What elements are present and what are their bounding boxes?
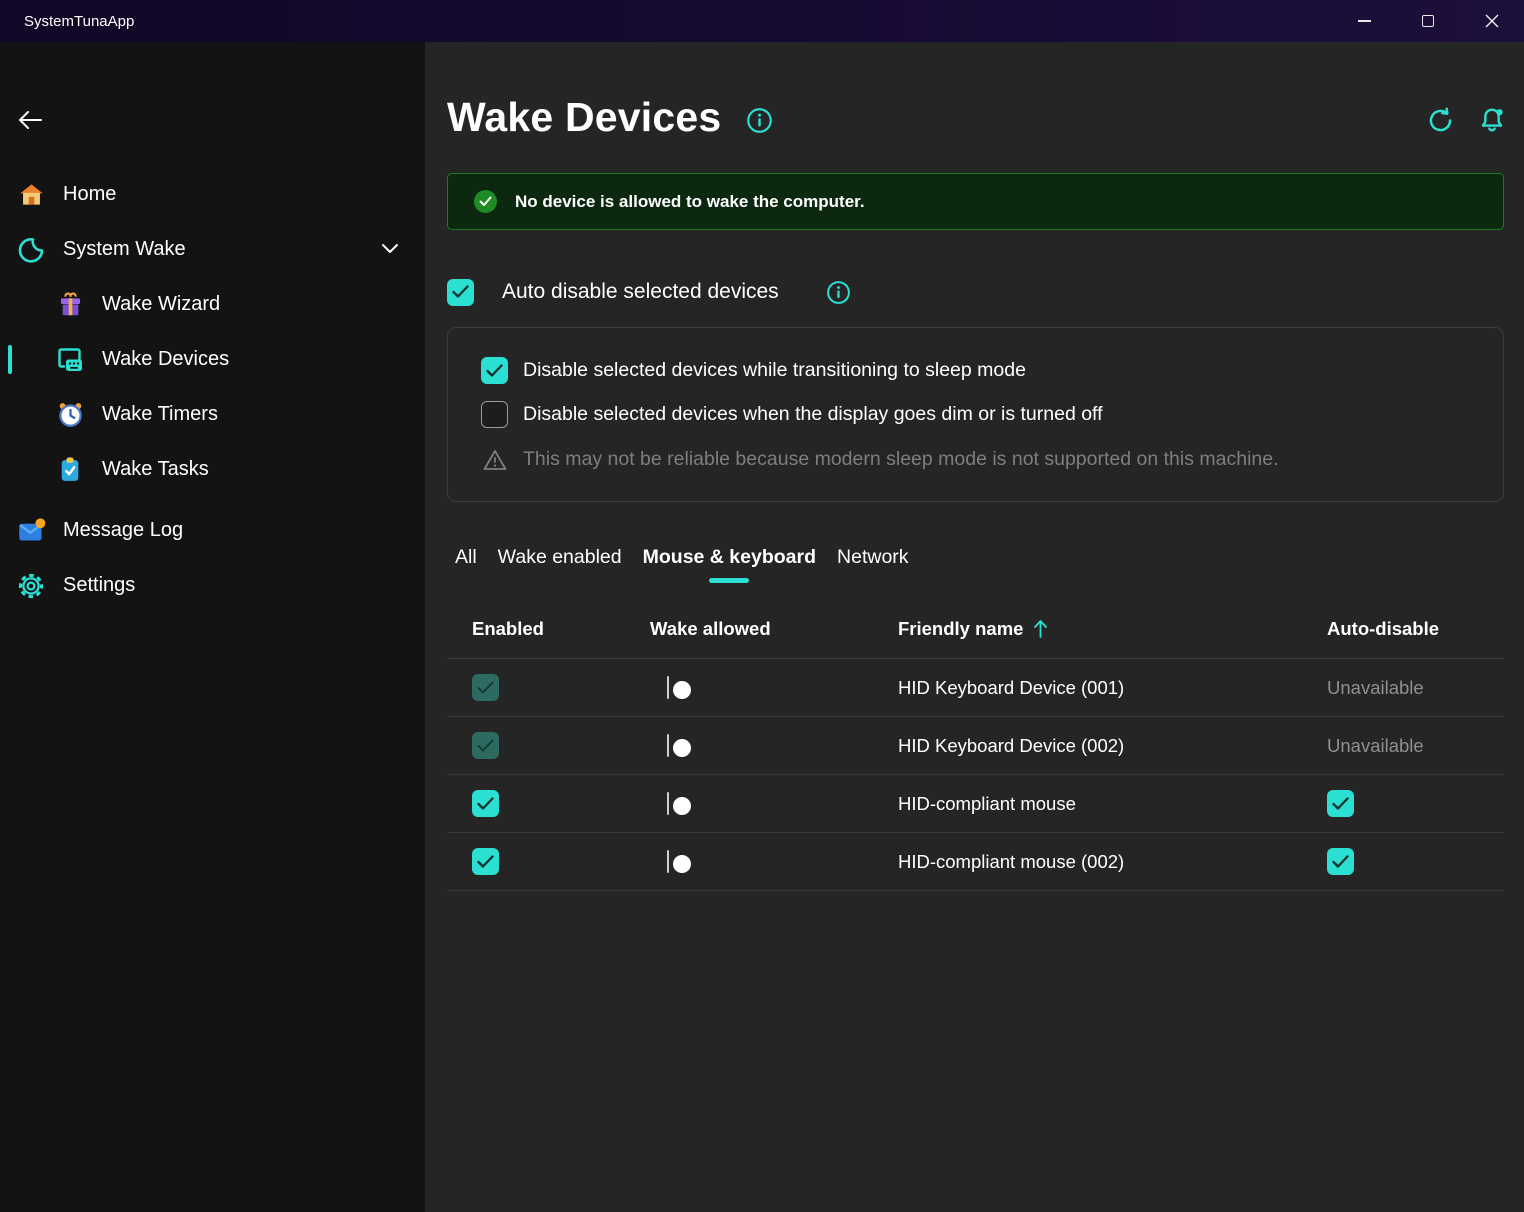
titlebar: SystemTunaApp xyxy=(0,0,1524,42)
home-icon xyxy=(16,180,46,210)
sidebar: Home System Wake xyxy=(0,42,425,1212)
device-name: HID-compliant mouse (002) xyxy=(898,851,1327,873)
status-banner: No device is allowed to wake the compute… xyxy=(447,173,1504,230)
wake-allowed-toggle[interactable] xyxy=(667,676,669,699)
table-row: HID-compliant mouse (002) xyxy=(447,833,1504,891)
column-header-wake-allowed[interactable]: Wake allowed xyxy=(650,618,898,640)
warning-text: This may not be reliable because modern … xyxy=(523,448,1279,471)
minimize-button[interactable] xyxy=(1332,0,1396,42)
auto-disable-status: Unavailable xyxy=(1327,677,1504,699)
maximize-icon xyxy=(1422,15,1434,27)
device-filter-tabs: All Wake enabled Mouse & keyboard Networ… xyxy=(447,546,1504,583)
main-content: Wake Devices No device is allowed to wak… xyxy=(425,42,1524,1212)
enabled-checkbox[interactable] xyxy=(472,790,499,817)
sidebar-item-label: Wake Timers xyxy=(102,403,218,426)
back-button[interactable] xyxy=(16,104,48,136)
table-row: HID Keyboard Device (002) Unavailable xyxy=(447,717,1504,775)
enabled-checkbox[interactable] xyxy=(472,732,499,759)
minimize-icon xyxy=(1358,20,1371,22)
device-name: HID Keyboard Device (001) xyxy=(898,677,1327,699)
auto-disable-checkbox[interactable] xyxy=(447,279,474,306)
sidebar-item-wake-devices[interactable]: Wake Devices xyxy=(0,341,425,378)
sidebar-item-home[interactable]: Home xyxy=(0,176,425,213)
sort-ascending-icon xyxy=(1031,618,1050,639)
page-info-button[interactable] xyxy=(745,107,773,135)
page-title: Wake Devices xyxy=(447,94,721,141)
display-dim-checkbox[interactable] xyxy=(481,401,508,428)
auto-disable-options-panel: Disable selected devices while transitio… xyxy=(447,327,1504,502)
column-header-auto-disable[interactable]: Auto-disable xyxy=(1327,618,1504,640)
sidebar-item-wake-timers[interactable]: Wake Timers xyxy=(0,396,425,433)
close-button[interactable] xyxy=(1460,0,1524,42)
back-arrow-icon xyxy=(16,108,44,132)
column-header-enabled[interactable]: Enabled xyxy=(472,618,650,640)
sidebar-item-message-log[interactable]: Message Log xyxy=(0,512,425,549)
sidebar-item-label: Wake Wizard xyxy=(102,293,220,316)
sleep-transition-checkbox[interactable] xyxy=(481,357,508,384)
device-name: HID-compliant mouse xyxy=(898,793,1327,815)
sidebar-item-wake-tasks[interactable]: Wake Tasks xyxy=(0,451,425,488)
close-icon xyxy=(1485,14,1499,28)
sidebar-item-label: Wake Tasks xyxy=(102,458,209,481)
app-title: SystemTunaApp xyxy=(0,13,134,30)
sidebar-item-system-wake[interactable]: System Wake xyxy=(0,231,425,268)
bell-icon xyxy=(1478,106,1506,134)
moon-icon xyxy=(16,235,46,265)
success-check-icon xyxy=(474,190,497,213)
info-icon xyxy=(746,107,773,134)
alarm-clock-icon xyxy=(55,400,85,430)
devices-table: Enabled Wake allowed Friendly name Auto-… xyxy=(447,599,1504,891)
auto-disable-checkbox[interactable] xyxy=(1327,790,1354,817)
table-header: Enabled Wake allowed Friendly name Auto-… xyxy=(447,599,1504,659)
sidebar-item-label: System Wake xyxy=(63,238,186,261)
status-banner-text: No device is allowed to wake the compute… xyxy=(515,192,865,212)
warning-icon xyxy=(481,449,508,471)
refresh-button[interactable] xyxy=(1426,106,1454,134)
sidebar-item-label: Home xyxy=(63,183,116,206)
tab-network[interactable]: Network xyxy=(837,546,909,583)
table-row: HID Keyboard Device (001) Unavailable xyxy=(447,659,1504,717)
maximize-button[interactable] xyxy=(1396,0,1460,42)
tab-mouse-keyboard[interactable]: Mouse & keyboard xyxy=(643,546,816,583)
tab-wake-enabled[interactable]: Wake enabled xyxy=(498,546,622,583)
sidebar-item-label: Message Log xyxy=(63,519,183,542)
auto-disable-checkbox[interactable] xyxy=(1327,848,1354,875)
notifications-button[interactable] xyxy=(1478,106,1506,134)
column-header-friendly-name[interactable]: Friendly name xyxy=(898,618,1327,640)
enabled-checkbox[interactable] xyxy=(472,848,499,875)
wake-allowed-toggle[interactable] xyxy=(667,850,669,873)
sidebar-item-label: Settings xyxy=(63,574,135,597)
refresh-icon xyxy=(1427,107,1454,134)
table-row: HID-compliant mouse xyxy=(447,775,1504,833)
devices-icon xyxy=(55,345,85,375)
sleep-transition-label: Disable selected devices while transitio… xyxy=(523,359,1026,382)
selected-indicator xyxy=(8,345,12,374)
display-dim-label: Disable selected devices when the displa… xyxy=(523,403,1103,426)
auto-disable-status: Unavailable xyxy=(1327,735,1504,757)
auto-disable-info-button[interactable] xyxy=(825,278,853,306)
sidebar-item-wake-wizard[interactable]: Wake Wizard xyxy=(0,286,425,323)
info-icon xyxy=(826,280,851,305)
tab-all[interactable]: All xyxy=(455,546,477,583)
tasks-clipboard-icon xyxy=(55,455,85,485)
enabled-checkbox[interactable] xyxy=(472,674,499,701)
auto-disable-label: Auto disable selected devices xyxy=(502,280,779,304)
gift-icon xyxy=(55,290,85,320)
mail-bell-icon xyxy=(16,516,46,546)
wake-allowed-toggle[interactable] xyxy=(667,734,669,757)
sidebar-item-label: Wake Devices xyxy=(102,348,229,371)
device-name: HID Keyboard Device (002) xyxy=(898,735,1327,757)
sidebar-item-settings[interactable]: Settings xyxy=(0,567,425,604)
wake-allowed-toggle[interactable] xyxy=(667,792,669,815)
chevron-down-icon[interactable] xyxy=(381,238,399,261)
gear-icon xyxy=(16,571,46,601)
